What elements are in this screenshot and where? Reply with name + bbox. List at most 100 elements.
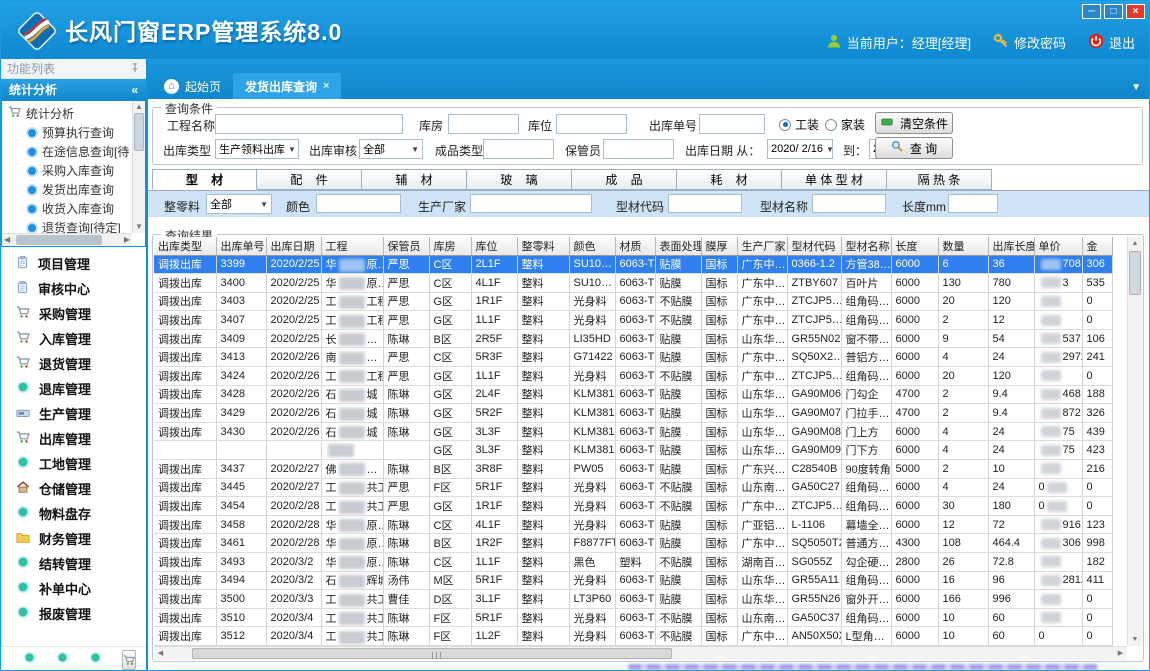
column-header[interactable]: 生产厂家 [737,237,787,255]
warehouse-input[interactable] [448,114,519,134]
length-input[interactable] [948,194,998,213]
audit-select[interactable]: 全部▼ [359,139,423,159]
scrollbar-thumb[interactable] [134,113,144,151]
module-item[interactable]: 采购管理 [2,301,146,326]
tree-item[interactable]: 预算执行查询 [8,123,145,142]
module-item[interactable]: 项目管理 [2,251,146,276]
table-row[interactable]: 调拨出库34242020/2/26工工程严思G区1L1F整料光身料6063-T5… [154,367,1112,386]
minimize-button[interactable]: ─ [1082,4,1101,19]
whole-material-select[interactable]: 全部▼ [206,194,272,214]
table-row[interactable]: 调拨出库34452020/2/27工共工程严思F区5R1F整料光身料6063-T… [154,478,1112,497]
material-tab[interactable]: 配 件 [257,169,362,190]
column-header[interactable]: 出库日期 [266,237,321,255]
clear-conditions-button[interactable]: 清空条件 [875,112,953,134]
keeper-input[interactable] [603,139,674,159]
product-type-input[interactable] [483,139,554,159]
table-row[interactable]: 调拨出库34582020/2/28华原…陈琳C区4L1F整料光身料6063-T5… [154,515,1112,534]
profile-code-input[interactable] [668,194,742,213]
table-row[interactable]: 调拨出库34092020/2/25长…陈琳B区2R5F整料LI35HD6063-… [154,329,1112,348]
table-row[interactable]: 调拨出库34132020/2/26南…严思C区5R3F整料G714226063-… [154,348,1112,367]
module-item[interactable]: 仓储管理 [2,476,146,501]
table-row[interactable]: G区3L3F整料KLM38176063-T5贴膜国标山东华…GA90M09.门下… [154,441,1112,460]
column-header[interactable]: 长度 [891,237,938,255]
column-header[interactable]: 库位 [471,237,517,255]
column-header[interactable]: 库房 [429,237,471,255]
circle-icon[interactable] [56,651,69,669]
module-item[interactable]: 财务管理 [2,526,146,551]
order-no-input[interactable] [699,114,765,134]
module-item[interactable]: 补单中心 [2,576,146,601]
module-item[interactable]: 报废管理 [2,601,146,626]
manufacturer-input[interactable] [470,194,592,213]
table-row[interactable]: 调拨出库34072020/2/25工工程严思G区1L1F整料光身料6063-T5… [154,311,1112,330]
column-header[interactable]: 保管员 [383,237,429,255]
column-header[interactable]: 膜厚 [701,237,737,255]
module-item[interactable]: 入库管理 [2,326,146,351]
table-row[interactable]: 调拨出库34032020/2/25工工程严思G区1R1F整料光身料6063-T5… [154,292,1112,311]
table-row[interactable]: 调拨出库34542020/2/28工共工程严思G区1R1F整料光身料6063-T… [154,497,1112,516]
table-row[interactable]: 调拨出库33992020/2/25华原…严思C区2L1F整料SU10…6063-… [154,255,1112,274]
scrollbar-thumb[interactable] [16,235,102,245]
tree-root-statistics[interactable]: 统计分析 [8,103,145,123]
module-item[interactable]: 生产管理 [2,401,146,426]
column-header[interactable]: 工程 [321,237,383,255]
circle-icon[interactable] [89,651,102,669]
table-row[interactable]: 调拨出库34282020/2/26石城陈琳G区2L4F整料KLM38176063… [154,385,1112,404]
table-row[interactable]: 调拨出库34372020/2/27佛…陈琳B区3R8F整料PW056063-T5… [154,460,1112,479]
tab-home[interactable]: ⌂ 起始页 [152,73,233,99]
scrollbar-thumb[interactable] [1129,251,1141,295]
tree-item[interactable]: 收货入库查询 [8,199,145,218]
column-header[interactable]: 数量 [938,237,988,255]
table-row[interactable]: 调拨出库34292020/2/26石城陈琳G区5R2F整料KLM38176063… [154,404,1112,423]
module-item[interactable]: 物料盘存 [2,501,146,526]
material-tab[interactable]: 辅 材 [362,169,467,190]
chevron-down-icon[interactable]: ▼ [1131,82,1141,93]
tree-vertical-scrollbar[interactable]: ▲ ▼ [132,101,145,233]
close-tab-icon[interactable]: × [323,80,329,92]
column-header[interactable]: 出库类型 [154,237,216,255]
column-header[interactable]: 型材代码 [787,237,841,255]
module-item[interactable]: 出库管理 [2,426,146,451]
column-header[interactable]: 型材名称 [841,237,891,255]
profile-name-input[interactable] [812,194,886,213]
circle-icon[interactable] [23,651,36,669]
column-header[interactable]: 单价 [1034,237,1082,255]
table-row[interactable]: 调拨出库35102020/3/4工共工程陈琳F区5R1F整料光身料6063-T5… [154,608,1112,627]
column-header[interactable]: 出库长度 [988,237,1034,255]
column-header[interactable]: 表面处理 [655,237,701,255]
cart-button[interactable] [122,650,136,670]
color-input[interactable] [316,194,401,213]
scrollbar-thumb[interactable] [192,648,672,659]
module-item[interactable]: 结转管理 [2,551,146,576]
table-row[interactable]: 调拨出库35002020/3/3工共工程曹佳D区3L1F整料LT3P606063… [154,590,1112,609]
collapse-icon[interactable]: « [131,79,138,101]
module-item[interactable]: 退货管理 [2,351,146,376]
tree-item[interactable]: 在途信息查询[待 [8,142,145,161]
tree-horizontal-scrollbar[interactable]: ◀ ▶ [2,233,132,246]
tab-shipment-outbound-query[interactable]: 发货出库查询 × [233,73,341,99]
table-row[interactable]: 调拨出库35122020/3/4工共工程陈琳F区1L2F整料光身料6063-T5… [154,627,1112,646]
column-header[interactable]: 金 [1082,237,1112,255]
location-input[interactable] [556,114,627,134]
project-name-input[interactable] [215,114,403,134]
module-item[interactable]: 审核中心 [2,276,146,301]
logout-button[interactable]: 退出 [1088,33,1135,52]
close-button[interactable]: × [1126,4,1145,19]
results-vertical-scrollbar[interactable]: ▲ ▼ [1127,237,1142,646]
radio-gongzhuang[interactable]: 工装 [779,116,819,133]
table-row[interactable]: 调拨出库34302020/2/26石城陈琳G区3L3F整料KLM38176063… [154,422,1112,441]
column-header[interactable]: 颜色 [569,237,615,255]
change-password-button[interactable]: 修改密码 [993,33,1066,52]
pin-icon[interactable] [130,59,140,79]
material-tab[interactable]: 成 品 [572,169,677,190]
module-item[interactable]: 工地管理 [2,451,146,476]
column-header[interactable]: 材质 [615,237,655,255]
table-row[interactable]: 调拨出库34612020/2/28华原…陈琳B区1R2F整料F8877FT606… [154,534,1112,553]
out-type-select[interactable]: 生产领料出库▼ [215,139,299,159]
tree-item[interactable]: 发货出库查询 [8,180,145,199]
search-button[interactable]: 查 询 [875,137,953,159]
table-row[interactable]: 调拨出库34002020/2/25华原…严思C区4L1F整料SU10…6063-… [154,274,1112,293]
date-from-select[interactable]: 2020/ 2/16▼ [767,139,833,159]
material-tab[interactable]: 隔 热 条 [887,169,992,190]
maximize-button[interactable]: □ [1104,4,1123,19]
